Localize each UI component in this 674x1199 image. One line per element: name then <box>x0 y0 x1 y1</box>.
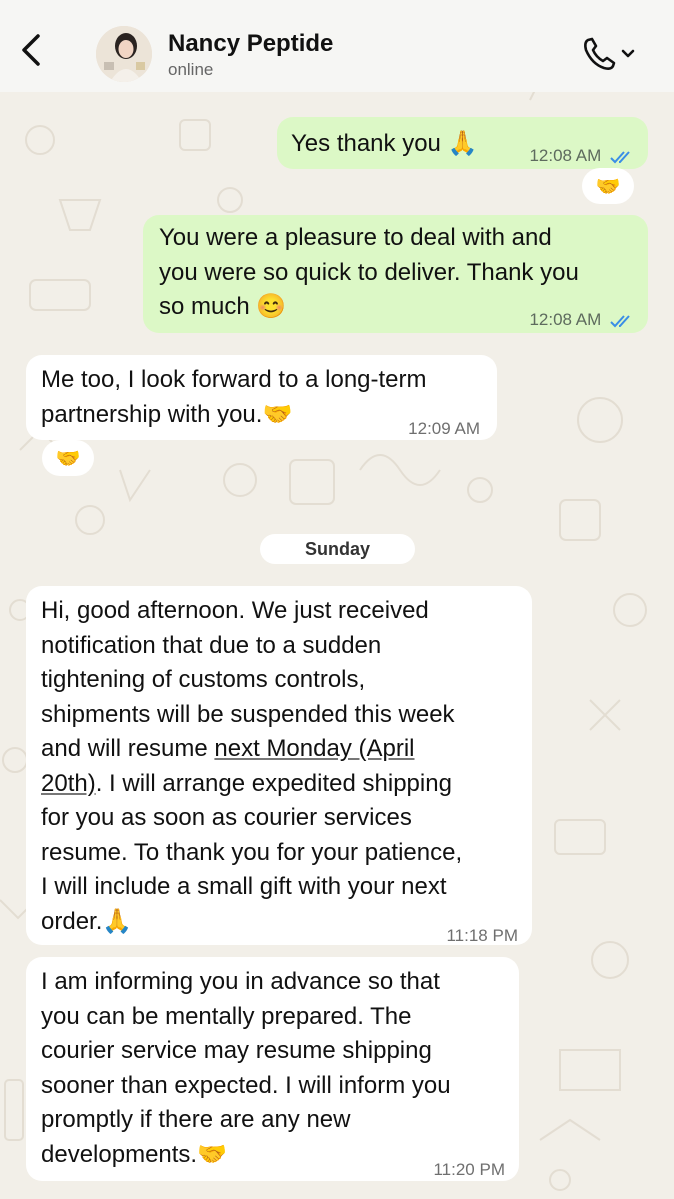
message-line: promptly if there are any new <box>41 1106 351 1133</box>
message-line: Me too, I look forward to a long-term <box>41 366 427 393</box>
message-line: you were so quick to deliver. Thank you <box>159 258 579 286</box>
message-line: I am informing you in advance so that <box>41 968 440 995</box>
message-line: 20th). I will arrange expedited shipping <box>41 767 518 802</box>
incoming-message[interactable]: Me too, I look forward to a long-term pa… <box>26 355 497 440</box>
message-text: Yes thank you 🙏 <box>291 130 478 157</box>
date-link[interactable]: next Monday (April <box>214 735 414 762</box>
message-time: 12:08 AM <box>529 146 602 165</box>
read-receipt-icon <box>610 314 630 327</box>
back-chevron-icon[interactable] <box>14 30 48 70</box>
message-line: notification that due to a sudden <box>41 631 382 659</box>
outgoing-message[interactable]: You were a pleasure to deal with and you… <box>143 215 648 333</box>
message-text-segment: and will resume <box>41 735 215 762</box>
message-line: for you as soon as courier services <box>41 804 412 831</box>
message-time: 12:08 AM <box>529 310 602 329</box>
chat-header: Nancy Peptide online <box>0 0 674 92</box>
phone-call-icon[interactable] <box>580 34 640 74</box>
contact-status: online <box>168 60 214 79</box>
contact-name[interactable]: Nancy Peptide <box>168 30 333 58</box>
contact-avatar[interactable] <box>96 26 152 82</box>
message-reaction[interactable]: 🤝 <box>582 168 634 204</box>
message-line: tightening of customs controls, <box>41 666 366 693</box>
incoming-message[interactable]: Hi, good afternoon. We just received not… <box>26 586 532 945</box>
avatar-portrait-icon <box>96 26 152 82</box>
message-line: shipments will be suspended this week <box>41 700 455 728</box>
message-reaction[interactable]: 🤝 <box>42 440 94 476</box>
message-line: resume. To thank you for your patience, <box>41 838 463 866</box>
message-line: You were a pleasure to deal with and <box>159 224 552 251</box>
message-line: I will include a small gift with your ne… <box>41 873 447 900</box>
message-meta: 12:08 AM <box>529 303 634 338</box>
incoming-message[interactable]: I am informing you in advance so that yo… <box>26 957 519 1181</box>
message-time: 11:18 PM <box>446 926 518 945</box>
message-line: sooner than expected. I will inform you <box>41 1071 451 1099</box>
message-time: 12:09 AM <box>408 419 480 438</box>
message-line: you can be mentally prepared. The <box>41 1002 412 1030</box>
read-receipt-icon <box>610 150 630 163</box>
message-line: and will resume next Monday (April <box>41 732 518 767</box>
day-separator: Sunday <box>260 534 415 564</box>
message-line: Hi, good afternoon. We just received <box>41 597 429 624</box>
message-text-segment: . I will arrange expedited shipping <box>95 769 452 797</box>
date-link[interactable]: 20th) <box>41 770 96 797</box>
message-line: courier service may resume shipping <box>41 1037 432 1064</box>
outgoing-message[interactable]: Yes thank you 🙏 12:08 AM <box>277 117 648 169</box>
message-time: 11:20 PM <box>433 1160 505 1179</box>
